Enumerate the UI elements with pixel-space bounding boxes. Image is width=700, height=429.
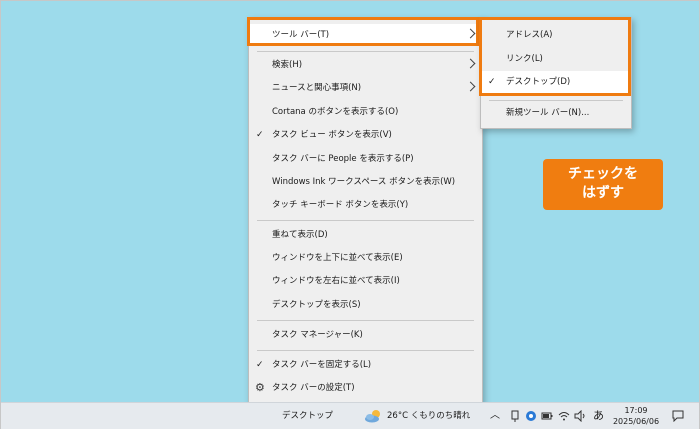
menu-item-label: Cortana のボタンを表示する(O) (272, 107, 399, 117)
menu-item-label: Windows Ink ワークスペース ボタンを表示(W) (272, 177, 456, 187)
callout-line-1: チェックを (568, 166, 638, 182)
menu-item-taskbar-settings[interactable]: ⚙ タスク バーの設定(T) (249, 377, 482, 399)
security-icon[interactable] (525, 410, 537, 422)
menu-item-label: タスク マネージャー(K) (272, 330, 363, 340)
menu-item-label: ウィンドウを上下に並べて表示(E) (272, 253, 403, 263)
submenu-item-new-toolbar[interactable]: 新規ツール バー(N)... (481, 102, 631, 124)
menu-item-label: ウィンドウを左右に並べて表示(I) (272, 276, 400, 286)
submenu-item-label: 新規ツール バー(N)... (506, 108, 590, 118)
desktop-toolbar-label[interactable]: デスクトップ (282, 403, 333, 429)
chevron-right-icon (465, 81, 476, 92)
callout-line-2: はずす (582, 185, 624, 201)
menu-item-task-view[interactable]: ✓ タスク ビュー ボタンを表示(V) (249, 124, 482, 146)
menu-separator (489, 100, 623, 101)
menu-item-task-manager[interactable]: タスク マネージャー(K) (249, 324, 482, 346)
clock[interactable]: 17:09 2025/06/06 (612, 405, 660, 427)
menu-item-search[interactable]: 検索(H) (249, 54, 482, 76)
taskbar-context-menu: ツール バー(T) 検索(H) ニュースと関心事項(N) Cortana のボタ… (248, 17, 483, 405)
check-icon: ✓ (256, 360, 264, 370)
notification-icon[interactable] (672, 410, 684, 422)
menu-item-cortana[interactable]: Cortana のボタンを表示する(O) (249, 101, 482, 123)
partly-cloudy-icon (365, 410, 380, 423)
clock-date: 2025/06/06 (612, 417, 660, 426)
menu-item-people[interactable]: タスク バーに People を表示する(P) (249, 148, 482, 170)
highlight-toolbar-item (247, 17, 479, 46)
battery-icon[interactable] (541, 410, 553, 422)
chevron-right-icon (465, 58, 476, 69)
highlight-submenu (479, 17, 631, 96)
menu-item-label: タッチ キーボード ボタンを表示(Y) (272, 200, 409, 210)
menu-separator (257, 220, 474, 221)
check-icon: ✓ (256, 130, 264, 140)
menu-item-news[interactable]: ニュースと関心事項(N) (249, 77, 482, 99)
menu-item-show-desktop[interactable]: デスクトップを表示(S) (249, 294, 482, 316)
menu-item-windows-ink[interactable]: Windows Ink ワークスペース ボタンを表示(W) (249, 171, 482, 193)
menu-item-label: タスク ビュー ボタンを表示(V) (272, 130, 392, 140)
instruction-callout: チェックを はずす (543, 159, 663, 210)
gear-icon: ⚙ (255, 381, 265, 394)
menu-item-label: デスクトップを表示(S) (272, 300, 361, 310)
menu-separator (257, 320, 474, 321)
menu-item-label: 重ねて表示(D) (272, 230, 328, 240)
menu-separator (257, 51, 474, 52)
weather-text[interactable]: 26°C くもりのち晴れ (387, 403, 470, 429)
menu-item-side-by-side[interactable]: ウィンドウを左右に並べて表示(I) (249, 270, 482, 292)
menu-item-label: タスク バーの設定(T) (272, 383, 355, 393)
menu-item-label: タスク バーに People を表示する(P) (272, 154, 414, 164)
speaker-icon[interactable] (574, 410, 586, 422)
usb-icon[interactable] (509, 410, 521, 422)
menu-item-label: ニュースと関心事項(N) (272, 83, 362, 93)
menu-item-stack[interactable]: ウィンドウを上下に並べて表示(E) (249, 247, 482, 269)
taskbar: デスクトップ 26°C くもりのち晴れ ︿ あ 17:09 2025/06/06 (1, 402, 699, 429)
ime-indicator[interactable]: あ (593, 403, 604, 429)
menu-item-cascade[interactable]: 重ねて表示(D) (249, 224, 482, 246)
menu-item-label: 検索(H) (272, 60, 303, 70)
menu-item-label: タスク バーを固定する(L) (272, 360, 372, 370)
clock-time: 17:09 (624, 406, 648, 415)
menu-item-lock-taskbar[interactable]: ✓ タスク バーを固定する(L) (249, 354, 482, 376)
menu-item-touch-keyboard[interactable]: タッチ キーボード ボタンを表示(Y) (249, 194, 482, 216)
chevron-up-icon[interactable]: ︿ (490, 403, 500, 429)
wifi-icon[interactable] (558, 410, 570, 422)
menu-separator (257, 350, 474, 351)
